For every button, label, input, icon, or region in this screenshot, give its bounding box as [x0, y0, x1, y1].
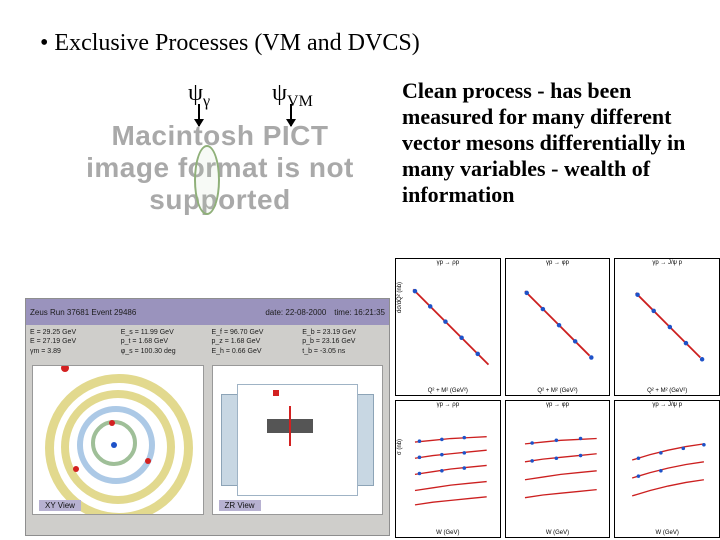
plot-ylabel: σ (nb) [397, 439, 403, 455]
plot-xlabel: W (GeV) [615, 530, 719, 536]
description-text: Clean process - has been measured for ma… [402, 78, 697, 208]
xy-view: XY View [32, 365, 204, 515]
plot-xlabel: Q² + M² (GeV²) [506, 388, 610, 394]
plot-data-icon [516, 269, 606, 385]
plot-ylabel: dσ/dQ² (nb) [397, 282, 403, 313]
plot-jpsi-w: γp → J/ψ p W (GeV) [614, 400, 720, 538]
plot-rho-q2: γp → ρp dσ/dQ² (nb) Q² + M² (GeV²) [395, 258, 501, 396]
zr-view: ZR View [212, 365, 384, 515]
psi-symbol: ψ [272, 80, 287, 106]
plot-title: γp → ρp [396, 402, 500, 408]
missing-pict-placeholder: Macintosh PICT image format is not suppo… [80, 120, 360, 217]
plot-data-icon [406, 411, 496, 527]
plot-xlabel: Q² + M² (GeV²) [615, 388, 719, 394]
highlight-oval-icon [194, 145, 220, 215]
plot-data-icon [625, 269, 715, 385]
event-display-panel: Zeus Run 37681 Event 29486 date: 22-08-2… [25, 298, 390, 536]
zr-view-label: ZR View [219, 500, 261, 511]
kin-col-3: E_f = 96.70 GeVp_z = 1.68 GeVE_h = 0.66 … [208, 325, 299, 363]
plot-jpsi-q2: γp → J/ψ p Q² + M² (GeV²) [614, 258, 720, 396]
event-header: Zeus Run 37681 Event 29486 date: 22-08-2… [26, 299, 389, 325]
run-label: Zeus Run 37681 Event 29486 [26, 308, 140, 317]
xy-view-label: XY View [39, 500, 81, 511]
plot-xlabel: W (GeV) [396, 530, 500, 536]
psi-vm-label: ψVM [272, 80, 313, 111]
kin-col-4: E_b = 23.19 GeVp_b = 23.16 GeVt_b = -3.0… [298, 325, 389, 363]
plot-data-icon [625, 411, 715, 527]
kin-col-2: E_s = 11.99 GeVp_t = 1.68 GeVφ_s = 100.3… [117, 325, 208, 363]
plot-phi-q2: γp → φp Q² + M² (GeV²) [505, 258, 611, 396]
event-kinematics: E = 29.25 GeVE = 27.19 GeVγm = 3.89 E_s … [26, 325, 389, 363]
plot-title: γp → φp [506, 402, 610, 408]
psi-gamma-sub: γ [203, 93, 210, 110]
plot-title: γp → J/ψ p [615, 260, 719, 266]
plot-rho-w: γp → ρp σ (nb) W (GeV) [395, 400, 501, 538]
psi-symbol: ψ [188, 80, 203, 106]
plot-title: γp → φp [506, 260, 610, 266]
plot-data-icon [516, 411, 606, 527]
plots-grid: γp → ρp dσ/dQ² (nb) Q² + M² (GeV²) γp → … [395, 258, 720, 538]
bullet-title: • Exclusive Processes (VM and DVCS) [40, 30, 420, 57]
plot-title: γp → J/ψ p [615, 402, 719, 408]
plot-title: γp → ρp [396, 260, 500, 266]
kin-col-1: E = 29.25 GeVE = 27.19 GeVγm = 3.89 [26, 325, 117, 363]
plot-data-icon [406, 269, 496, 385]
time-label: time: 16:21:35 [330, 308, 389, 317]
plot-phi-w: γp → φp W (GeV) [505, 400, 611, 538]
plot-xlabel: Q² + M² (GeV²) [396, 388, 500, 394]
plot-xlabel: W (GeV) [506, 530, 610, 536]
date-label: date: 22-08-2000 [261, 308, 330, 317]
